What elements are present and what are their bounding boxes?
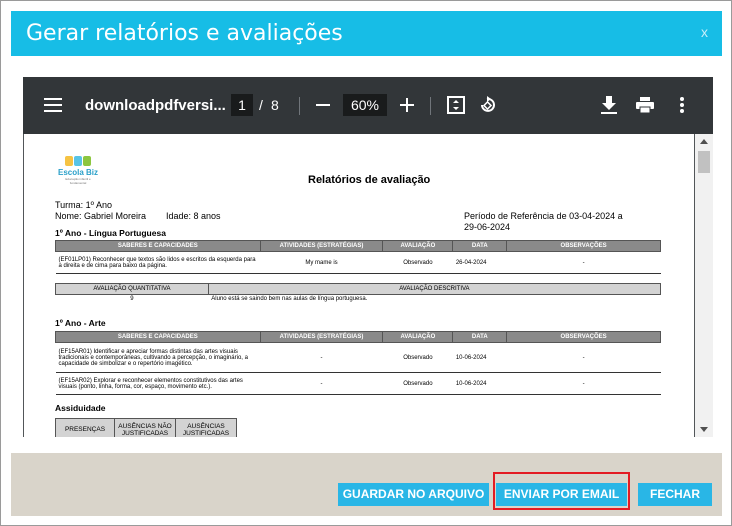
- table-row: (EF15AR02) Explorar e reconhecer element…: [55, 372, 661, 395]
- pdf-toolbar: downloadpdfversi... 1 / 8 60%: [23, 77, 713, 134]
- page-number-input[interactable]: 1: [231, 94, 253, 116]
- toolbar-divider: [430, 97, 431, 115]
- download-icon[interactable]: [599, 95, 619, 115]
- student-name: Nome: Gabriel Moreira: [55, 211, 147, 221]
- table-row: (EF01LP01) Reconhecer que textos são lid…: [55, 251, 661, 274]
- period-line1: Período de Referência de 03-04-2024 a: [464, 211, 623, 221]
- print-icon[interactable]: [635, 95, 655, 115]
- document-title: Relatórios de avaliação: [308, 174, 431, 186]
- menu-icon[interactable]: [43, 95, 63, 115]
- school-logo: Escola Biz Educação infantil e fundament…: [58, 156, 98, 186]
- skills-table: SABERES E CAPACIDADES ATIVIDADES (ESTRAT…: [55, 331, 661, 395]
- column-header: ATIVIDADES (ESTRATÉGIAS): [259, 331, 384, 343]
- column-header: AVALIAÇÃO QUANTITATIVA: [55, 283, 209, 295]
- attendance-table: PRESENÇAS AUSÊNCIAS NÃO JUSTIFICADAS AUS…: [55, 418, 237, 437]
- column-header: OBSERVAÇÕES: [506, 331, 661, 343]
- modal-footer: GUARDAR NO ARQUIVO ENVIAR POR EMAIL FECH…: [11, 453, 722, 516]
- section-title: Assiduidade: [55, 403, 106, 413]
- column-header: ATIVIDADES (ESTRATÉGIAS): [259, 240, 384, 252]
- total-pages: 8: [271, 97, 279, 113]
- section-title: 1º Ano - Língua Portuguesa: [55, 228, 166, 238]
- modal-header: Gerar relatórios e avaliações x: [11, 11, 722, 56]
- column-header: DATA: [452, 240, 508, 252]
- logo-icon: [58, 156, 98, 168]
- highlight-box: [493, 472, 630, 510]
- page-separator: /: [259, 97, 263, 113]
- pdf-filename: downloadpdfversi...: [85, 97, 226, 114]
- scroll-down-icon[interactable]: [700, 427, 708, 432]
- column-header: OBSERVAÇÕES: [506, 240, 661, 252]
- close-button[interactable]: x: [701, 24, 708, 40]
- evaluation-table: AVALIAÇÃO QUANTITATIVA AVALIAÇÃO DESCRIT…: [55, 283, 662, 303]
- zoom-level[interactable]: 60%: [343, 94, 387, 116]
- column-header: AVALIAÇÃO: [382, 240, 454, 252]
- column-header: DATA: [452, 331, 508, 343]
- zoom-in-icon[interactable]: [397, 95, 417, 115]
- scroll-thumb[interactable]: [698, 151, 710, 173]
- section-title: 1º Ano - Arte: [55, 318, 106, 328]
- pdf-scrollbar[interactable]: [695, 134, 713, 437]
- rotate-icon[interactable]: [477, 95, 497, 115]
- scroll-up-icon[interactable]: [700, 139, 708, 144]
- column-header: AUSÊNCIAS NÃO JUSTIFICADAS: [114, 418, 176, 437]
- report-modal: Gerar relatórios e avaliações x download…: [0, 0, 732, 526]
- pdf-viewer: downloadpdfversi... 1 / 8 60% Escola Biz…: [23, 77, 713, 437]
- more-options-icon[interactable]: [672, 95, 692, 115]
- modal-title: Gerar relatórios e avaliações: [26, 21, 343, 46]
- student-age: Idade: 8 anos: [166, 211, 221, 221]
- column-header: AUSÊNCIAS JUSTIFICADAS: [175, 418, 237, 437]
- table-row: 9 Aluno está se saindo bem nas aulas de …: [130, 296, 368, 302]
- close-modal-button[interactable]: FECHAR: [638, 483, 712, 506]
- column-header: AVALIAÇÃO: [382, 331, 454, 343]
- fit-page-icon[interactable]: [446, 95, 466, 115]
- save-to-file-button[interactable]: GUARDAR NO ARQUIVO: [338, 483, 489, 506]
- period-line2: 29-06-2024: [464, 222, 511, 232]
- table-row: (EF15AR01) Identificar e apreciar formas…: [55, 342, 661, 373]
- column-header: SABERES E CAPACIDADES: [55, 331, 261, 343]
- column-header: PRESENÇAS: [55, 418, 115, 437]
- turma-text: Turma: 1º Ano: [55, 200, 112, 210]
- skills-table: SABERES E CAPACIDADES ATIVIDADES (ESTRAT…: [55, 240, 661, 274]
- column-header: SABERES E CAPACIDADES: [55, 240, 261, 252]
- toolbar-divider: [299, 97, 300, 115]
- zoom-out-icon[interactable]: [313, 95, 333, 115]
- pdf-page: Escola Biz Educação infantil e fundament…: [24, 134, 694, 437]
- column-header: AVALIAÇÃO DESCRITIVA: [207, 283, 662, 295]
